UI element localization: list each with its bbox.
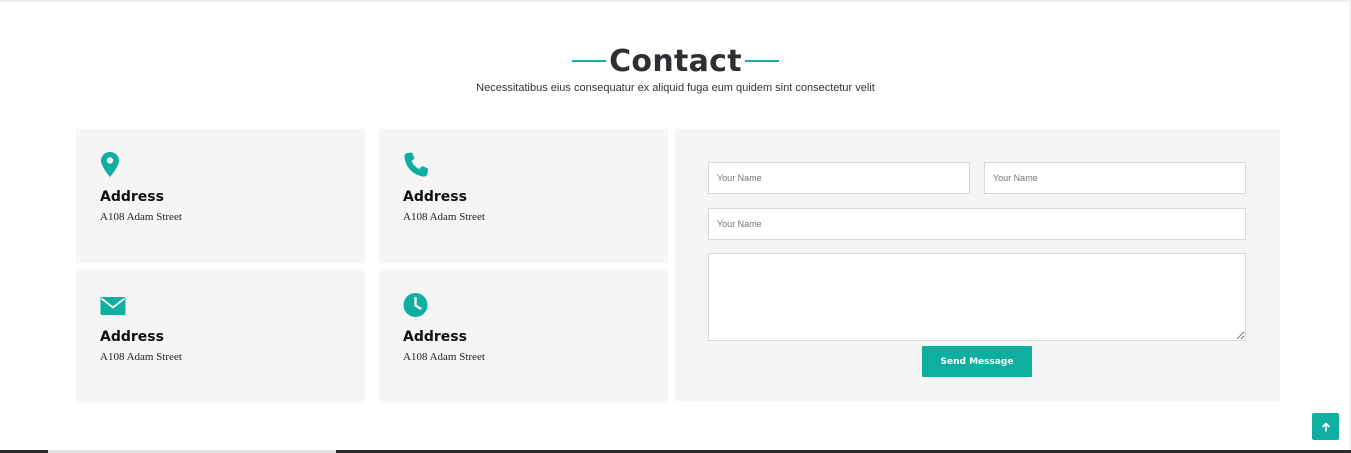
info-card-email: Address A108 Adam Street [76,269,365,403]
send-message-button[interactable]: Send Message [922,346,1032,377]
section-title: Contact [0,40,1351,82]
title-left-line [572,60,607,62]
arrow-up-icon [1321,422,1330,432]
card-label: Address [403,329,467,345]
info-card-phone: Address A108 Adam Street [379,129,668,263]
card-label: Address [403,189,467,205]
email-input[interactable] [984,162,1246,194]
phone-icon [404,152,428,177]
envelope-icon [100,297,126,315]
card-value: A108 Adam Street [403,211,485,223]
name-input[interactable] [708,162,970,194]
card-label: Address [100,189,164,205]
clock-icon [403,293,428,317]
card-value: A108 Adam Street [100,211,182,223]
card-value: A108 Adam Street [100,351,182,363]
section-subtitle: Necessitatibus eius consequatur ex aliqu… [476,82,875,94]
info-card-hours: Address A108 Adam Street [379,269,668,403]
card-value: A108 Adam Street [403,351,485,363]
title-right-line [744,60,779,62]
info-card-address: Address A108 Adam Street [76,129,365,263]
top-border [0,0,1351,2]
message-textarea[interactable] [708,253,1246,341]
contact-form: Send Message [675,129,1280,401]
map-pin-icon [101,152,119,177]
card-label: Address [100,329,164,345]
page-title: Contact [609,43,742,79]
subject-input[interactable] [708,208,1246,240]
back-to-top-button[interactable] [1312,413,1339,440]
